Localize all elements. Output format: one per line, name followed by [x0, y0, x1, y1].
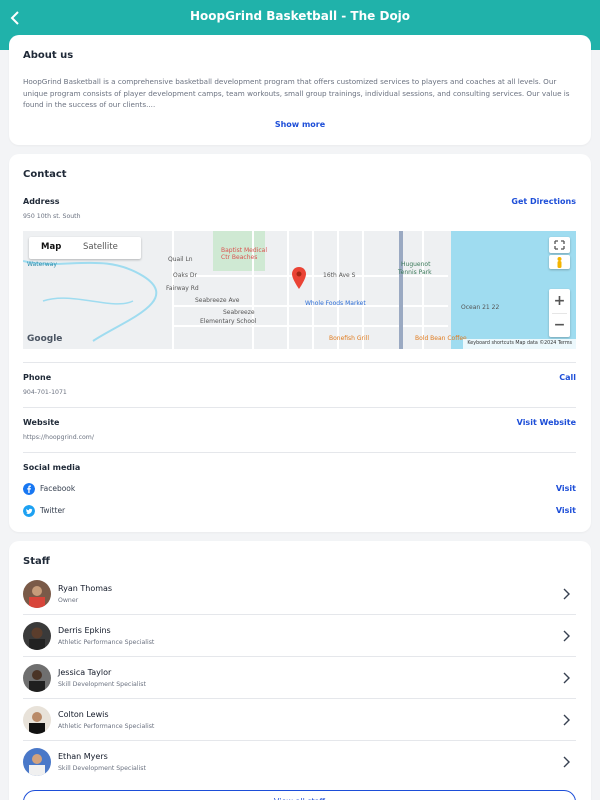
social-name-facebook: Facebook — [40, 484, 76, 493]
divider — [23, 362, 576, 363]
map-label-wholefoods: Whole Foods Market — [305, 300, 366, 307]
map-type-toggle: Map Satellite — [29, 237, 141, 259]
map-attribution[interactable]: Keyboard shortcuts Map data ©2024 Terms — [463, 339, 576, 349]
street-view-button[interactable] — [549, 255, 570, 269]
pegman-icon — [557, 257, 562, 268]
staff-name: Derris Epkins — [58, 626, 111, 635]
fullscreen-icon — [554, 240, 565, 250]
map-label-huguenot: Huguenot — [401, 261, 431, 268]
get-directions-link[interactable]: Get Directions — [511, 197, 576, 206]
facebook-visit-link[interactable]: Visit — [556, 484, 576, 493]
chevron-right-icon — [563, 714, 570, 726]
staff-row[interactable]: Jessica Taylor Skill Development Special… — [23, 657, 576, 699]
chevron-right-icon — [563, 672, 570, 684]
phone-value: 904-701-1071 — [23, 389, 67, 396]
chevron-right-icon — [563, 630, 570, 642]
map-label-waterway: Waterway — [27, 261, 57, 268]
chevron-right-icon — [563, 756, 570, 768]
staff-role: Athletic Performance Specialist — [58, 639, 155, 646]
page-title: HoopGrind Basketball - The Dojo — [189, 9, 411, 23]
map-label-baptist-2: Ctr Beaches — [221, 254, 258, 261]
avatar-image — [29, 712, 45, 734]
staff-row[interactable]: Ryan Thomas Owner — [23, 573, 576, 615]
avatar — [23, 706, 51, 734]
map-type-map-button[interactable]: Map — [41, 242, 61, 252]
twitter-visit-link[interactable]: Visit — [556, 506, 576, 515]
staff-row[interactable]: Ethan Myers Skill Development Specialist — [23, 741, 576, 783]
view-all-staff-button[interactable]: View all staff — [23, 790, 576, 800]
zoom-in-button[interactable]: + — [549, 289, 570, 313]
about-card: About us HoopGrind Basketball is a compr… — [9, 35, 591, 145]
staff-name: Ryan Thomas — [58, 584, 113, 593]
map-label-seabreeze: Seabreeze — [223, 309, 255, 316]
staff-role: Athletic Performance Specialist — [58, 723, 155, 730]
avatar — [23, 622, 51, 650]
map-label-huguenot-2: Tennis Park — [398, 269, 432, 276]
contact-card: Contact Address 950 10th st. South Get D… — [9, 154, 591, 532]
staff-role: Skill Development Specialist — [58, 765, 146, 772]
zoom-out-button[interactable]: − — [549, 313, 570, 337]
website-value: https://hoopgrind.com/ — [23, 434, 94, 441]
divider — [23, 407, 576, 408]
avatar-image — [29, 586, 45, 608]
avatar-image — [29, 627, 45, 650]
avatar — [23, 748, 51, 776]
map-label-seabreeze-school: Elementary School — [200, 318, 257, 325]
social-media-label: Social media — [23, 463, 81, 472]
map-label-seabreeze-ave: Seabreeze Ave — [195, 297, 240, 304]
staff-name: Ethan Myers — [58, 752, 108, 761]
staff-role: Skill Development Specialist — [58, 681, 146, 688]
map-label-16th-ave: 16th Ave S — [323, 272, 356, 279]
avatar-image — [29, 754, 45, 776]
visit-website-link[interactable]: Visit Website — [517, 418, 576, 427]
address-value: 950 10th st. South — [23, 213, 81, 220]
chevron-right-icon — [563, 588, 570, 600]
social-name-twitter: Twitter — [40, 506, 66, 515]
zoom-controls: + − — [549, 289, 570, 337]
twitter-icon — [23, 505, 35, 517]
staff-card: Staff Ryan Thomas Owner Derris Epkins At… — [9, 541, 591, 800]
map-pin-icon[interactable] — [292, 267, 306, 289]
phone-label: Phone — [23, 373, 52, 382]
google-logo: Google — [27, 334, 63, 344]
call-link[interactable]: Call — [559, 373, 576, 382]
map-view[interactable]: Baptist Medical Ctr Beaches Huguenot Ten… — [23, 231, 576, 349]
map-label-oaks: Oaks Dr — [173, 272, 197, 279]
avatar-image — [29, 670, 45, 692]
staff-name: Jessica Taylor — [58, 668, 112, 677]
about-heading: About us — [23, 50, 74, 61]
map-label-baptist: Baptist Medical — [221, 247, 267, 254]
divider — [23, 452, 576, 453]
social-row-facebook: Facebook Visit — [23, 483, 576, 499]
website-label: Website — [23, 418, 60, 427]
staff-row[interactable]: Derris Epkins Athletic Performance Speci… — [23, 615, 576, 657]
staff-role: Owner — [58, 597, 79, 604]
staff-row[interactable]: Colton Lewis Athletic Performance Specia… — [23, 699, 576, 741]
map-type-satellite-button[interactable]: Satellite — [83, 242, 118, 252]
staff-name: Colton Lewis — [58, 710, 109, 719]
map-label-bold-bean: Bold Bean Coffee — [415, 335, 467, 342]
map-label-quail: Quail Ln — [168, 256, 193, 263]
facebook-icon — [23, 483, 35, 495]
avatar — [23, 664, 51, 692]
social-row-twitter: Twitter Visit — [23, 505, 576, 521]
staff-heading: Staff — [23, 556, 50, 567]
address-label: Address — [23, 197, 60, 206]
map-label-ocean: Ocean 21 22 — [461, 304, 500, 311]
fullscreen-button[interactable] — [549, 237, 570, 253]
map-label-fairway: Fairway Rd — [166, 285, 199, 292]
about-text: HoopGrind Basketball is a comprehensive … — [23, 77, 570, 109]
map-label-bonefish: Bonefish Grill — [329, 335, 370, 342]
avatar — [23, 580, 51, 608]
show-more-link[interactable]: Show more — [9, 120, 591, 129]
contact-heading: Contact — [23, 169, 67, 180]
